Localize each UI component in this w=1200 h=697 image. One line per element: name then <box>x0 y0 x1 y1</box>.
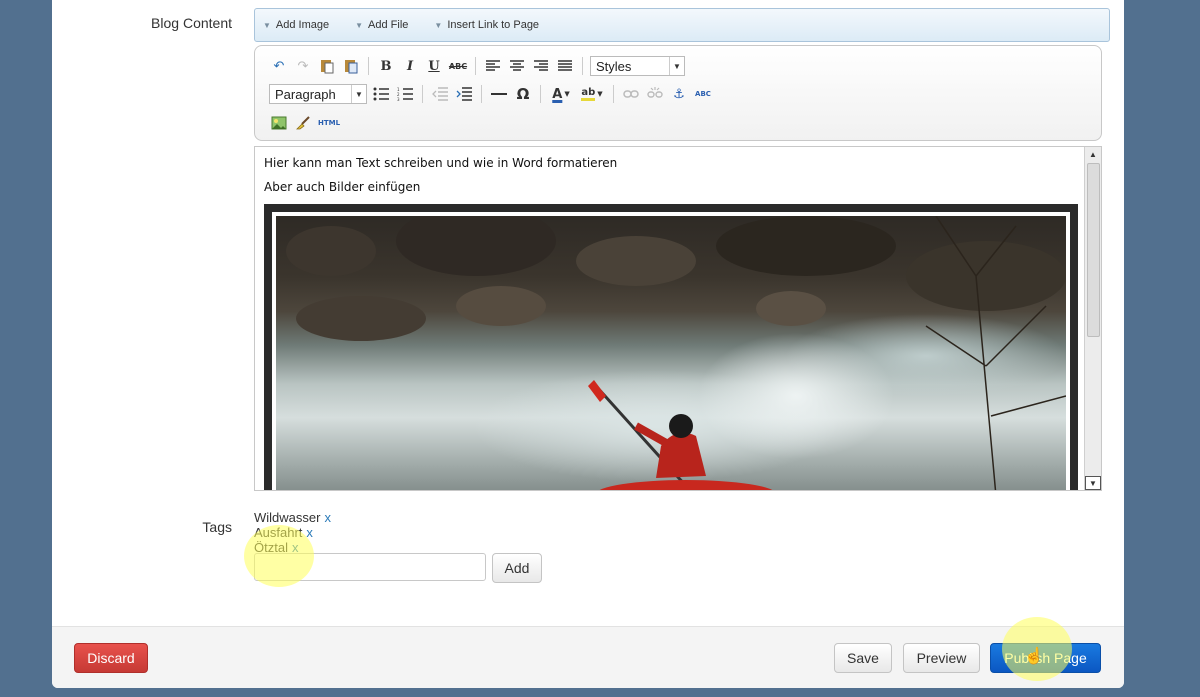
highlight-label: ab <box>581 87 596 101</box>
highlight-color-button[interactable]: ab ▼ <box>578 84 606 104</box>
italic-button[interactable]: I <box>400 56 420 76</box>
undo-icon[interactable]: ↶ <box>269 56 289 76</box>
insert-image-icon[interactable] <box>269 113 289 133</box>
discard-button[interactable]: Discard <box>74 643 148 673</box>
embedded-photo[interactable] <box>264 204 1078 490</box>
bullet-list-icon[interactable] <box>371 84 391 104</box>
tag-input[interactable] <box>254 553 486 581</box>
rock-shape <box>396 216 556 276</box>
toolbar-row-3: HTML <box>269 112 341 134</box>
rock-shape <box>286 226 376 276</box>
rock-shape <box>716 216 896 276</box>
photo-border <box>272 212 1070 490</box>
scrollbar-thumb[interactable] <box>1087 163 1100 337</box>
align-left-icon[interactable] <box>483 56 503 76</box>
scroll-down-arrow-icon[interactable]: ▼ <box>1085 476 1101 490</box>
scroll-up-arrow-icon[interactable]: ▲ <box>1085 147 1101 161</box>
attach-bar: ▼ Add Image ▼ Add File ▼ Insert Link to … <box>254 8 1110 42</box>
align-right-icon[interactable] <box>531 56 551 76</box>
chevron-down-icon: ▼ <box>669 57 684 75</box>
branches-icon <box>925 216 1066 490</box>
chevron-down-icon: ▼ <box>351 85 366 103</box>
redo-icon[interactable]: ↷ <box>293 56 313 76</box>
add-file-menu[interactable]: ▼ Add File <box>355 19 408 31</box>
editor-scrollbar[interactable]: ▲ ▼ <box>1084 147 1101 490</box>
add-image-label: Add Image <box>275 19 330 31</box>
text-color-button[interactable]: A ▼ <box>548 84 574 104</box>
indent-icon[interactable] <box>454 84 474 104</box>
toolbar-separator <box>582 57 583 75</box>
special-char-button[interactable]: Ω <box>513 84 533 104</box>
dropdown-triangle-icon: ▼ <box>355 20 364 30</box>
text-color-label: A <box>552 86 563 102</box>
rock-shape <box>756 291 826 326</box>
kayaker-icon <box>588 380 773 490</box>
remove-tag-button[interactable]: x <box>306 525 313 540</box>
dropdown-triangle-icon: ▼ <box>263 20 271 30</box>
link-icon[interactable] <box>621 84 641 104</box>
add-tag-button[interactable]: Add <box>492 553 542 583</box>
blog-content-label: Blog Content <box>151 15 232 31</box>
add-image-menu[interactable]: ▼ Add Image <box>263 19 329 31</box>
tag-label: Ausfahrt <box>254 525 303 540</box>
tag-label: Wildwasser <box>254 510 321 525</box>
editor-content-area[interactable]: Hier kann man Text schreiben und wie in … <box>254 146 1102 491</box>
tag-list: Wildwasser x Ausfahrt x Ötztal x <box>254 510 331 555</box>
paste-text-icon[interactable] <box>317 56 337 76</box>
chevron-down-icon: ▼ <box>597 90 603 98</box>
publish-page-button[interactable]: Publish Page <box>990 643 1101 673</box>
add-file-label: Add File <box>368 19 409 31</box>
format-select[interactable]: Paragraph ▼ <box>269 84 367 104</box>
format-select-value: Paragraph <box>275 86 336 102</box>
dropdown-triangle-icon: ▼ <box>434 20 443 30</box>
styles-select-value: Styles <box>596 58 632 74</box>
bold-button[interactable]: B <box>376 56 396 76</box>
paste-word-icon[interactable] <box>341 56 361 76</box>
rock-shape <box>576 236 696 286</box>
spellcheck-label: ABC <box>695 90 711 98</box>
toolbar-row-1: ↶ ↷ B I U ABC Styles ▼ <box>269 55 685 77</box>
tag-item: Wildwasser x <box>254 510 331 525</box>
html-source-button[interactable]: HTML <box>317 113 341 133</box>
horizontal-rule-icon[interactable] <box>489 84 509 104</box>
remove-tag-button[interactable]: x <box>324 510 331 525</box>
align-justify-icon[interactable] <box>555 56 575 76</box>
styles-select[interactable]: Styles ▼ <box>590 56 685 76</box>
align-center-icon[interactable] <box>507 56 527 76</box>
form-footer: Discard Save Preview Publish Page <box>52 626 1124 688</box>
kayak-photo-icon <box>276 216 1066 490</box>
strikethrough-button[interactable]: ABC <box>448 56 468 76</box>
unlink-icon[interactable] <box>645 84 665 104</box>
rock-shape <box>296 296 426 341</box>
edit-panel: Blog Content ▼ Add Image ▼ Add File ▼ In… <box>52 0 1124 688</box>
preview-button[interactable]: Preview <box>903 643 980 673</box>
toolbar-separator <box>481 85 482 103</box>
chevron-down-icon: ▼ <box>564 90 570 98</box>
tags-label: Tags <box>202 519 232 535</box>
spellcheck-icon[interactable]: ABC <box>693 84 713 104</box>
toolbar-separator <box>540 85 541 103</box>
insert-link-menu[interactable]: ▼ Insert Link to Page <box>434 19 539 31</box>
cleanup-brush-icon[interactable] <box>293 113 313 133</box>
toolbar-separator <box>368 57 369 75</box>
insert-link-label: Insert Link to Page <box>447 19 540 31</box>
numbered-list-icon[interactable]: 123 <box>395 84 415 104</box>
toolbar-separator <box>422 85 423 103</box>
editor-toolbar: ↶ ↷ B I U ABC Styles ▼ Paragraph ▼ 1 2 3… <box>254 45 1102 141</box>
underline-button[interactable]: U <box>424 56 444 76</box>
save-button[interactable]: Save <box>834 643 892 673</box>
rock-shape <box>456 286 546 326</box>
hand-cursor-icon: ☝ <box>1024 648 1044 665</box>
toolbar-separator <box>613 85 614 103</box>
editor-paragraph-1: Hier kann man Text schreiben und wie in … <box>264 156 618 170</box>
toolbar-row-2: Paragraph ▼ 123 Ω A ▼ ab ▼ ⚓ ABC <box>269 83 713 105</box>
outdent-icon[interactable] <box>430 84 450 104</box>
editor-paragraph-2: Aber auch Bilder einfügen <box>264 180 421 194</box>
toolbar-separator <box>475 57 476 75</box>
tag-item: Ausfahrt x <box>254 525 331 540</box>
anchor-icon[interactable]: ⚓ <box>669 84 689 104</box>
svg-text:3: 3 <box>397 97 400 101</box>
